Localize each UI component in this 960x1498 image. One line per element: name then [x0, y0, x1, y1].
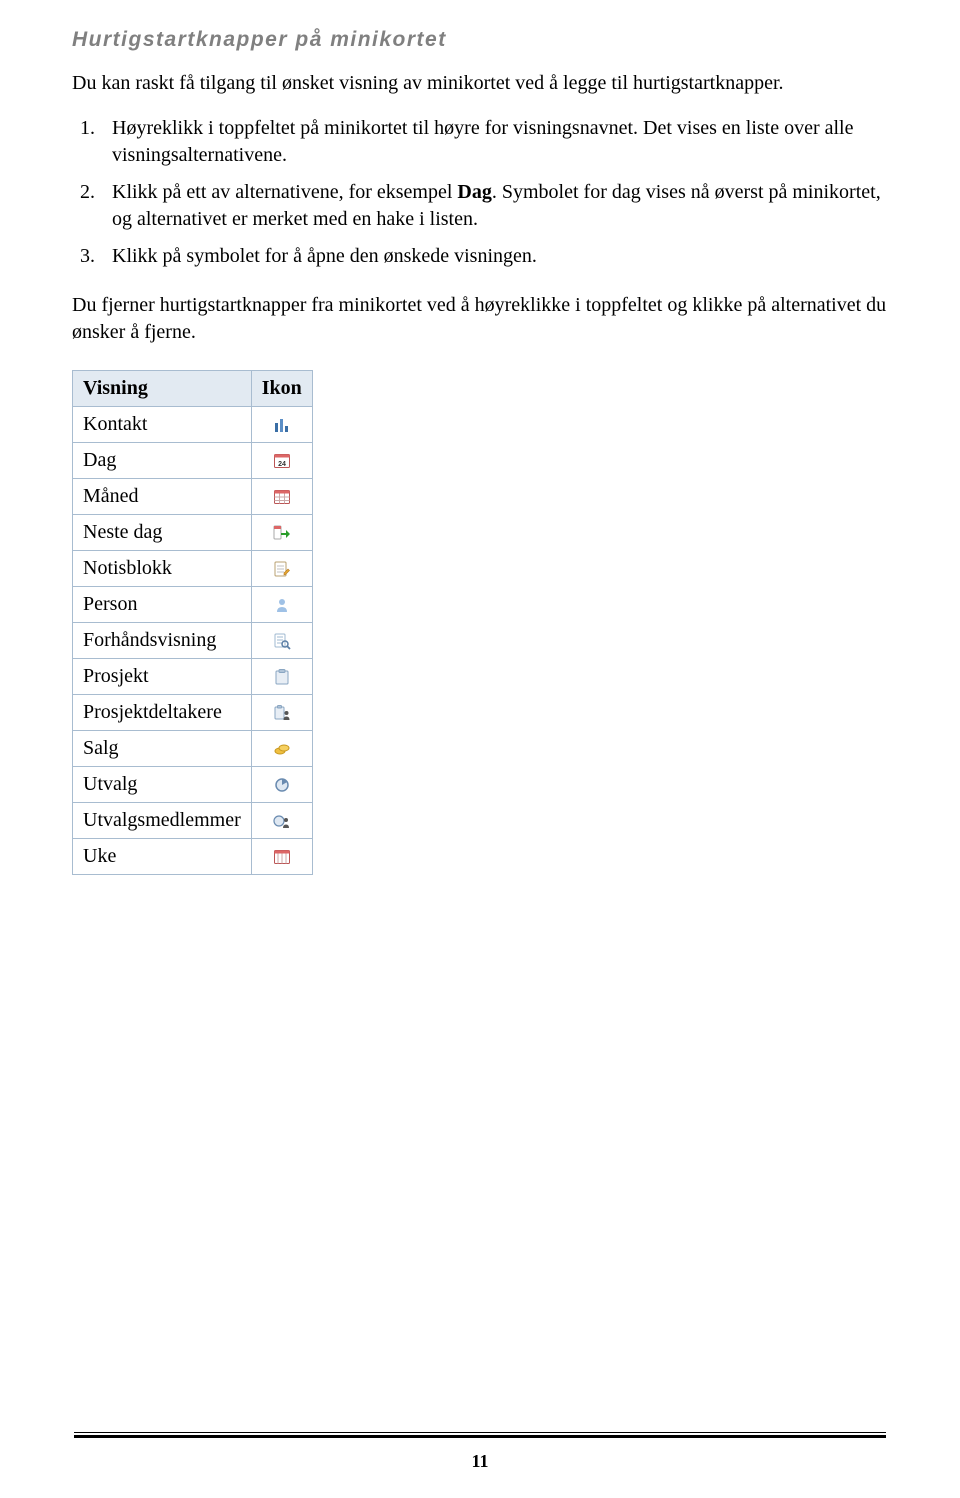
row-label: Uke: [73, 839, 252, 875]
row-label: Måned: [73, 479, 252, 515]
row-label: Notisblokk: [73, 551, 252, 587]
table-row: Kontakt: [73, 407, 313, 443]
maned-icon: [251, 479, 312, 515]
uke-icon: [251, 839, 312, 875]
table-body: Kontakt Dag 24 Måned Neste dag Notisblok…: [73, 407, 313, 875]
table-row: Uke: [73, 839, 313, 875]
table-row: Utvalgsmedlemmer: [73, 803, 313, 839]
table-row: Prosjektdeltakere: [73, 695, 313, 731]
kontakt-icon: [251, 407, 312, 443]
table-row: Person: [73, 587, 313, 623]
section-heading: Hurtigstartknapper på minikortet: [72, 28, 888, 52]
dag-icon: 24: [251, 443, 312, 479]
row-label: Kontakt: [73, 407, 252, 443]
forhandsvisning-icon: [251, 623, 312, 659]
row-label: Person: [73, 587, 252, 623]
row-label: Dag: [73, 443, 252, 479]
salg-icon: [251, 731, 312, 767]
row-label: Utvalgsmedlemmer: [73, 803, 252, 839]
table-row: Salg: [73, 731, 313, 767]
table-row: Neste dag: [73, 515, 313, 551]
row-label: Utvalg: [73, 767, 252, 803]
th-ikon: Ikon: [251, 371, 312, 407]
table-row: Dag 24: [73, 443, 313, 479]
after-list-paragraph: Du fjerner hurtigstartknapper fra miniko…: [72, 292, 888, 346]
table-row: Notisblokk: [73, 551, 313, 587]
prosjektdeltakere-icon: [251, 695, 312, 731]
row-label: Prosjekt: [73, 659, 252, 695]
table-row: Forhåndsvisning: [73, 623, 313, 659]
page-number: 11: [0, 1451, 960, 1472]
row-label: Forhåndsvisning: [73, 623, 252, 659]
visning-ikon-table: Visning Ikon Kontakt Dag 24 Måned Neste …: [72, 370, 313, 875]
intro-paragraph: Du kan raskt få tilgang til ønsket visni…: [72, 70, 888, 97]
row-label: Neste dag: [73, 515, 252, 551]
notisblokk-icon: [251, 551, 312, 587]
utvalg-icon: [251, 767, 312, 803]
table-row: Prosjekt: [73, 659, 313, 695]
row-label: Prosjektdeltakere: [73, 695, 252, 731]
table-row: Måned: [73, 479, 313, 515]
steps-list: Høyreklikk i toppfeltet på minikortet ti…: [108, 115, 888, 270]
row-label: Salg: [73, 731, 252, 767]
svg-text:24: 24: [278, 460, 286, 467]
step-item: Klikk på ett av alternativene, for eksem…: [108, 179, 888, 233]
footer-rule: [74, 1432, 886, 1438]
th-visning: Visning: [73, 371, 252, 407]
table-row: Utvalg: [73, 767, 313, 803]
utvalgsmedlemmer-icon: [251, 803, 312, 839]
prosjekt-icon: [251, 659, 312, 695]
step-item: Høyreklikk i toppfeltet på minikortet ti…: [108, 115, 888, 169]
step-item: Klikk på symbolet for å åpne den ønskede…: [108, 243, 888, 270]
neste-dag-icon: [251, 515, 312, 551]
person-icon: [251, 587, 312, 623]
